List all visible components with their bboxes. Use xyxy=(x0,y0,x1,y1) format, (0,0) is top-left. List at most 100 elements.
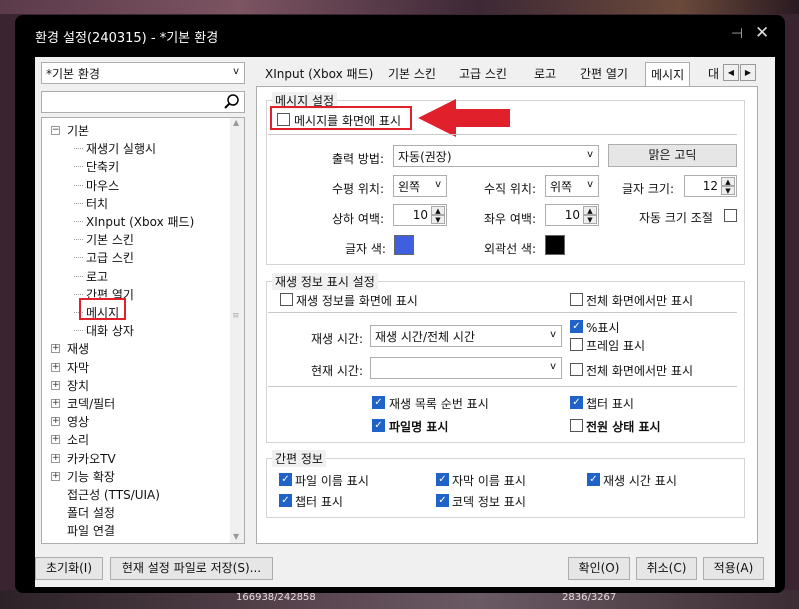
tab-basic-skin[interactable]: 기본 스킨 xyxy=(388,65,436,82)
tab-xinput[interactable]: XInput (Xbox 패드) xyxy=(265,65,373,82)
ok-button[interactable]: 확인(O) xyxy=(568,557,630,580)
decrement-icon[interactable]: ▼ xyxy=(583,215,597,224)
tree-item[interactable]: XInput (Xbox 패드) xyxy=(86,213,194,230)
outline-color-swatch[interactable] xyxy=(545,235,565,255)
tree-connector xyxy=(74,184,83,186)
expand-icon[interactable]: + xyxy=(51,380,60,390)
h-pos-select[interactable]: 왼쪽 v xyxy=(393,175,447,197)
subtitle-name-checkbox[interactable]: ✓ xyxy=(436,473,449,486)
search-icon[interactable] xyxy=(223,93,241,111)
chapter-info-checkbox[interactable]: ✓ xyxy=(279,494,292,507)
preset-select-value: *기본 환경 xyxy=(46,67,100,81)
tree-connector xyxy=(74,257,83,259)
expand-icon[interactable]: + xyxy=(51,399,60,408)
window-title: 환경 설정(240315) - *기본 환경 xyxy=(35,31,219,46)
tree-item[interactable]: 재생 xyxy=(67,340,89,357)
tree-item[interactable]: 재생기 실행시 xyxy=(86,140,156,157)
tree-scrollbar[interactable]: ▲ ≡ ▼ xyxy=(230,118,244,543)
close-icon[interactable]: ✕ xyxy=(755,23,769,43)
pin-icon[interactable]: ⊣ xyxy=(731,26,743,42)
preset-select[interactable]: *기본 환경 v xyxy=(41,62,245,84)
tree-item[interactable]: 장치 xyxy=(67,377,89,394)
tab-advanced-skin[interactable]: 고급 스킨 xyxy=(459,65,507,82)
output-method-select[interactable]: 자동(권장) v xyxy=(393,145,599,167)
expand-icon[interactable]: + xyxy=(51,417,60,427)
current-time-select[interactable]: v xyxy=(370,357,562,379)
play-time-info-checkbox[interactable]: ✓ xyxy=(587,473,600,486)
decrement-icon[interactable]: ▼ xyxy=(431,215,445,224)
fullscreen-only-checkbox-1[interactable] xyxy=(570,293,583,306)
expand-icon[interactable]: + xyxy=(51,471,60,481)
tree-item[interactable]: 자막 xyxy=(67,359,89,376)
tree-item[interactable]: 파일 연결 xyxy=(67,522,115,539)
tree-item[interactable]: 단축키 xyxy=(86,158,119,175)
text-color-label: 글자 색: xyxy=(345,242,386,256)
tab-message[interactable]: 메시지 xyxy=(645,62,691,87)
tab-bar: XInput (Xbox 패드) 기본 스킨 고급 스킨 로고 간편 열기 메시… xyxy=(256,62,758,87)
tree-item[interactable]: 카카오TV xyxy=(67,450,116,467)
text-color-swatch[interactable] xyxy=(394,235,414,255)
tree-item[interactable]: 기능 확장 xyxy=(67,468,115,485)
tree-item[interactable]: 로고 xyxy=(86,268,108,285)
settings-tree[interactable]: − 기본 재생기 실행시 단축키마우스 터치 XInput (Xbox 패드) 기본 스킨 고… xyxy=(41,117,245,544)
hmargin-value: 10 xyxy=(564,208,580,222)
tab-logo[interactable]: 로고 xyxy=(534,65,556,82)
tree-item[interactable]: 접근성 (TTS/UIA) xyxy=(67,486,160,503)
expand-icon[interactable]: + xyxy=(51,453,60,463)
cancel-button[interactable]: 취소(C) xyxy=(636,557,697,580)
tree-item[interactable]: 소리 xyxy=(67,431,89,448)
decrement-icon[interactable]: ▼ xyxy=(721,186,735,195)
filename-show-checkbox[interactable]: ✓ xyxy=(372,419,385,432)
file-name-checkbox[interactable]: ✓ xyxy=(279,473,292,486)
search-input[interactable] xyxy=(41,91,245,113)
codec-info-checkbox[interactable]: ✓ xyxy=(436,494,449,507)
tab-scroll-right-icon[interactable]: ▶ xyxy=(740,64,756,81)
save-as-button[interactable]: 현재 설정 파일로 저장(S)... xyxy=(110,557,273,580)
separator xyxy=(268,134,737,135)
tab-scroll-left-icon[interactable]: ◀ xyxy=(723,64,739,81)
tree-item[interactable]: 폴더 설정 xyxy=(67,504,115,521)
tree-item[interactable]: 마우스 xyxy=(86,177,119,194)
chevron-down-icon: v xyxy=(587,149,593,160)
font-size-stepper[interactable]: 12 ▲ ▼ xyxy=(684,175,737,197)
tree-connector xyxy=(74,239,83,241)
chapter-show-checkbox[interactable]: ✓ xyxy=(570,396,583,409)
percent-checkbox[interactable]: ✓ xyxy=(570,320,583,333)
expand-icon[interactable]: + xyxy=(51,362,60,372)
tree-item[interactable]: 고급 스킨 xyxy=(86,249,134,266)
tree-item[interactable]: 터치 xyxy=(86,195,108,212)
tab-quick-open[interactable]: 간편 열기 xyxy=(580,65,628,82)
expand-icon[interactable]: + xyxy=(51,435,60,445)
vmargin-value: 10 xyxy=(412,208,428,222)
show-info-checkbox[interactable] xyxy=(280,293,293,306)
collapse-icon[interactable]: − xyxy=(51,126,60,135)
tree-item[interactable]: 코덱/필터 xyxy=(67,395,115,412)
tree-item[interactable]: 영상 xyxy=(67,413,89,430)
power-show-checkbox[interactable] xyxy=(570,419,583,432)
auto-size-checkbox[interactable] xyxy=(724,209,737,222)
expand-icon[interactable]: + xyxy=(51,344,60,354)
tree-item[interactable]: 기본 xyxy=(67,122,89,139)
playlist-order-checkbox[interactable]: ✓ xyxy=(372,396,385,409)
increment-icon[interactable]: ▲ xyxy=(431,206,445,215)
tree-item[interactable]: 대화 상자 xyxy=(86,322,134,339)
tree-item[interactable]: 기본 스킨 xyxy=(86,231,134,248)
tab-dialog[interactable]: 대 xyxy=(708,65,719,82)
apply-button[interactable]: 적용(A) xyxy=(703,557,764,580)
tree-connector xyxy=(74,293,83,295)
reset-button[interactable]: 초기화(I) xyxy=(35,557,103,580)
fullscreen-only-checkbox-2[interactable] xyxy=(570,363,583,376)
tree-connector xyxy=(74,330,83,332)
tree-item[interactable]: 환경 관리 xyxy=(67,541,115,544)
outline-color-label: 외곽선 색: xyxy=(484,242,537,256)
increment-icon[interactable]: ▲ xyxy=(583,206,597,215)
hmargin-stepper[interactable]: 10 ▲ ▼ xyxy=(545,204,599,226)
vmargin-stepper[interactable]: 10 ▲ ▼ xyxy=(393,204,447,226)
font-button[interactable]: 맑은 고딕 xyxy=(608,144,737,167)
increment-icon[interactable]: ▲ xyxy=(721,177,735,186)
fullscreen-only-label-2: 전체 화면에서만 표시 xyxy=(586,364,693,378)
chevron-down-icon: v xyxy=(587,179,593,190)
frame-checkbox[interactable] xyxy=(570,338,583,351)
play-time-select[interactable]: 재생 시간/전체 시간 v xyxy=(370,325,562,347)
v-pos-select[interactable]: 위쪽 v xyxy=(545,175,599,197)
